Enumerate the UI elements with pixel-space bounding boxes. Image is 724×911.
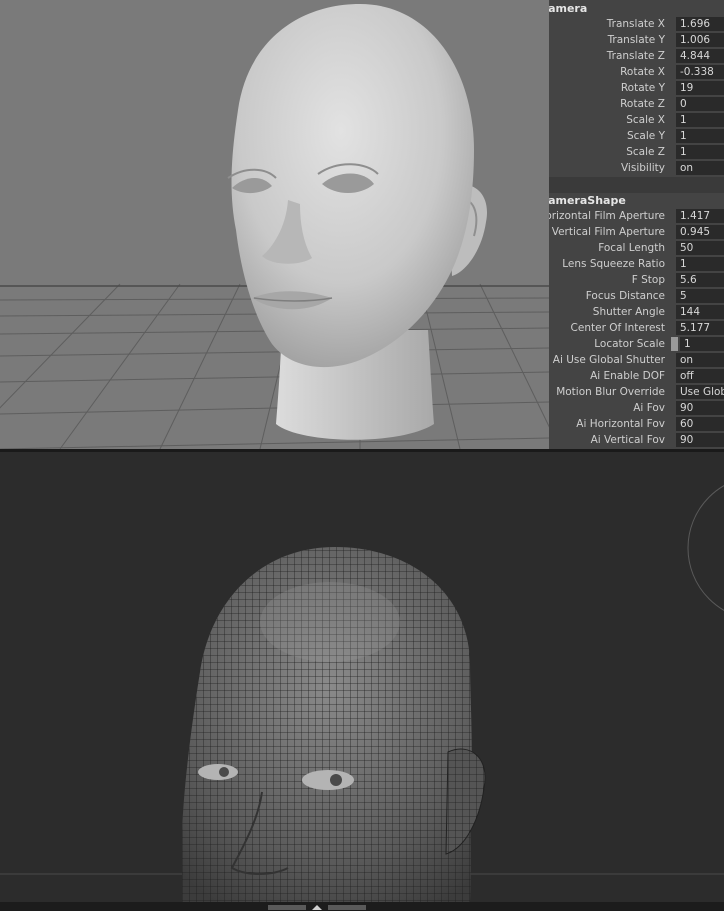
attr-value-field[interactable]: 1.696 bbox=[676, 17, 724, 31]
attr-ai-enable-dof[interactable]: Ai Enable DOF off bbox=[549, 368, 724, 384]
attr-value-field[interactable]: on bbox=[676, 353, 724, 367]
attr-translate-z[interactable]: Translate Z 4.844 bbox=[549, 48, 724, 64]
attr-value-field[interactable]: 1.006 bbox=[676, 33, 724, 47]
attr-label: Ai Vertical Fov bbox=[590, 434, 665, 446]
attr-horizontal-film-aperture[interactable]: Horizontal Film Aperture 1.417 bbox=[549, 208, 724, 224]
attr-value-field[interactable]: 5.6 bbox=[676, 273, 724, 287]
attr-translate-y[interactable]: Translate Y 1.006 bbox=[549, 32, 724, 48]
attr-rotate-y[interactable]: Rotate Y 19 bbox=[549, 80, 724, 96]
attr-focal-length[interactable]: Focal Length 50 bbox=[549, 240, 724, 256]
view-cube-ring bbox=[687, 485, 724, 611]
attr-vertical-film-aperture[interactable]: Vertical Film Aperture 0.945 bbox=[549, 224, 724, 240]
camera-shape-section-header[interactable]: CameraShape bbox=[549, 193, 724, 209]
attr-value-field[interactable]: 50 bbox=[676, 241, 724, 255]
attr-ai-vertical-fov[interactable]: Ai Vertical Fov 90 bbox=[549, 432, 724, 448]
attr-label: Visibility bbox=[620, 162, 665, 174]
attr-rotate-z[interactable]: Rotate Z 0 bbox=[549, 96, 724, 112]
attr-ai-horizontal-fov[interactable]: Ai Horizontal Fov 60 bbox=[549, 416, 724, 432]
viewport-bottom-scene bbox=[0, 485, 724, 902]
attr-locator-scale[interactable]: Locator Scale 1 bbox=[549, 336, 724, 352]
attr-scale-y[interactable]: Scale Y 1 bbox=[549, 128, 724, 144]
attr-shutter-angle[interactable]: Shutter Angle 144 bbox=[549, 304, 724, 320]
attr-label: Locator Scale bbox=[594, 338, 665, 350]
attr-label: Ai Fov bbox=[633, 402, 665, 414]
viewport-top[interactable] bbox=[0, 0, 549, 449]
attr-label: F Stop bbox=[631, 274, 665, 286]
attr-value-field[interactable]: Use Glob bbox=[676, 385, 724, 399]
attr-label: Shutter Angle bbox=[592, 306, 665, 318]
attr-value-field[interactable]: off bbox=[676, 369, 724, 383]
attr-f-stop[interactable]: F Stop 5.6 bbox=[549, 272, 724, 288]
attr-label: Horizontal Film Aperture bbox=[549, 210, 665, 222]
attr-center-of-interest[interactable]: Center Of Interest 5.177 bbox=[549, 320, 724, 336]
attr-label: Ai Horizontal Fov bbox=[576, 418, 665, 430]
attr-scale-x[interactable]: Scale X 1 bbox=[549, 112, 724, 128]
attr-value-field[interactable]: 90 bbox=[676, 401, 724, 415]
section-divider bbox=[549, 177, 724, 193]
attr-label: Translate Z bbox=[606, 50, 665, 62]
attr-value-field[interactable]: -0.338 bbox=[676, 65, 724, 79]
attr-scale-z[interactable]: Scale Z 1 bbox=[549, 144, 724, 160]
attr-value-field[interactable]: 5 bbox=[676, 289, 724, 303]
attr-rotate-x[interactable]: Rotate X -0.338 bbox=[549, 64, 724, 80]
viewport-top-scene bbox=[0, 4, 549, 449]
attr-value-field[interactable]: 1 bbox=[676, 145, 724, 159]
viewport-bottom[interactable] bbox=[0, 452, 724, 902]
attr-value-field[interactable]: 1 bbox=[676, 257, 724, 271]
attr-value-field[interactable]: 60 bbox=[676, 417, 724, 431]
attr-lens-squeeze-ratio[interactable]: Lens Squeeze Ratio 1 bbox=[549, 256, 724, 272]
attr-value-field[interactable]: 90 bbox=[676, 433, 724, 447]
attr-value-field[interactable]: 19 bbox=[676, 81, 724, 95]
attr-value-field[interactable]: on bbox=[676, 161, 724, 175]
attr-visibility[interactable]: Visibility on bbox=[549, 160, 724, 176]
attr-label: Center Of Interest bbox=[570, 322, 665, 334]
attr-label: Focus Distance bbox=[585, 290, 665, 302]
attr-value-field[interactable]: 1 bbox=[676, 129, 724, 143]
attr-label: Rotate X bbox=[620, 66, 665, 78]
attr-value-field[interactable]: 0.945 bbox=[676, 225, 724, 239]
attr-value-field[interactable]: 4.844 bbox=[676, 49, 724, 63]
attr-value-field[interactable]: 5.177 bbox=[676, 321, 724, 335]
attr-ai-fov[interactable]: Ai Fov 90 bbox=[549, 400, 724, 416]
attr-ai-use-global-shutter[interactable]: Ai Use Global Shutter on bbox=[549, 352, 724, 368]
locator-scale-slider[interactable] bbox=[671, 337, 678, 351]
attr-label: Ai Enable DOF bbox=[590, 370, 665, 382]
attr-label: Rotate Z bbox=[620, 98, 665, 110]
attr-value-field[interactable]: 144 bbox=[676, 305, 724, 319]
pane-resize-handle-icon[interactable] bbox=[268, 904, 366, 911]
channel-box: Camera Translate X 1.696 Translate Y 1.0… bbox=[549, 0, 724, 449]
attr-label: Scale Z bbox=[626, 146, 665, 158]
attr-label: Rotate Y bbox=[620, 82, 665, 94]
attr-label: Lens Squeeze Ratio bbox=[562, 258, 665, 270]
attr-label: Translate Y bbox=[607, 34, 665, 46]
attr-label: Translate X bbox=[606, 18, 665, 30]
attr-focus-distance[interactable]: Focus Distance 5 bbox=[549, 288, 724, 304]
attr-label: Ai Use Global Shutter bbox=[552, 354, 665, 366]
attr-value-field[interactable]: 1 bbox=[676, 113, 724, 127]
attr-label: Scale X bbox=[626, 114, 665, 126]
attr-label: Motion Blur Override bbox=[556, 386, 665, 398]
attr-translate-x[interactable]: Translate X 1.696 bbox=[549, 16, 724, 32]
attr-motion-blur-override[interactable]: Motion Blur Override Use Glob bbox=[549, 384, 724, 400]
attr-value-field[interactable]: 1 bbox=[680, 337, 724, 351]
camera-section-header[interactable]: Camera bbox=[549, 1, 724, 17]
attr-label: Vertical Film Aperture bbox=[551, 226, 665, 238]
attr-label: Scale Y bbox=[626, 130, 665, 142]
attr-label: Focal Length bbox=[598, 242, 665, 254]
attr-value-field[interactable]: 0 bbox=[676, 97, 724, 111]
attr-value-field[interactable]: 1.417 bbox=[676, 209, 724, 223]
